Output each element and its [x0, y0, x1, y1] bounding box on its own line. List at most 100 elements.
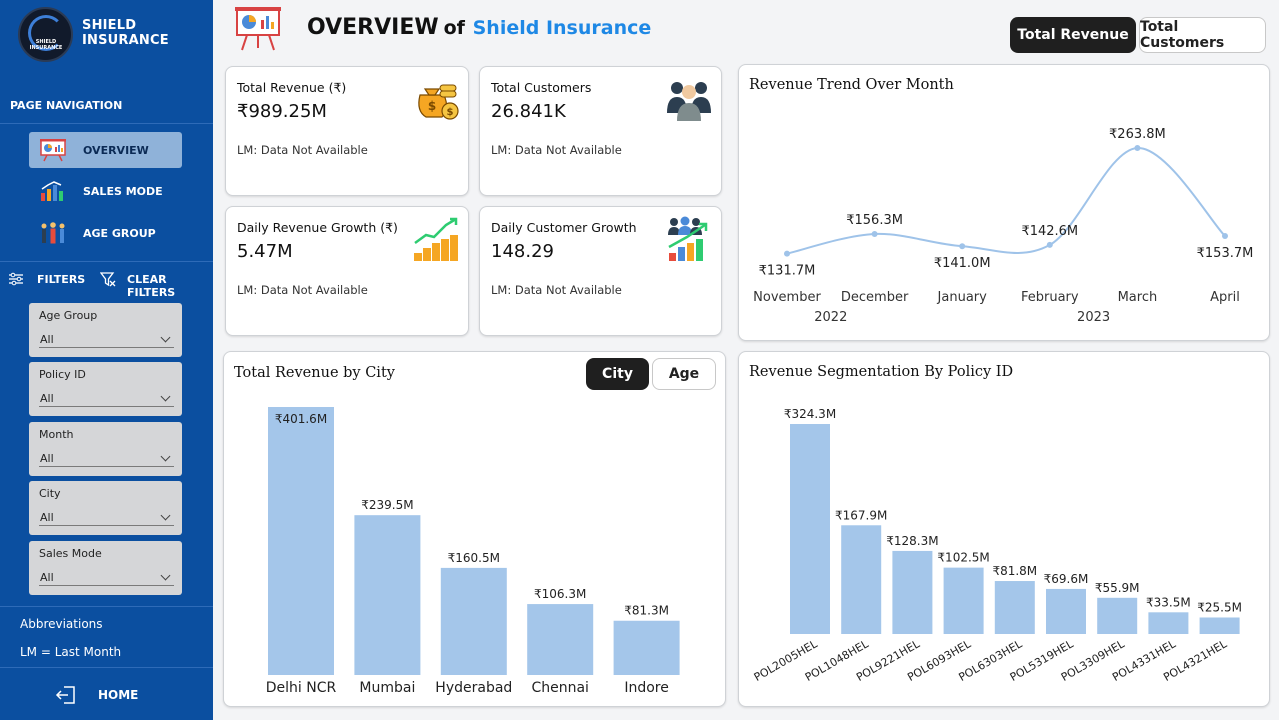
filter-label: City	[39, 487, 61, 500]
dropdown-value: All	[40, 511, 54, 524]
kpi-last-month: LM: Data Not Available	[491, 283, 622, 297]
dropdown-value: All	[40, 571, 54, 584]
line-point	[1046, 241, 1053, 248]
bar	[354, 515, 421, 675]
kpi-last-month: LM: Data Not Available	[491, 143, 622, 157]
dropdown-value: All	[40, 392, 54, 405]
total-revenue-toggle[interactable]: Total Revenue	[1010, 17, 1136, 53]
kpi-value: 5.47M	[237, 241, 293, 262]
nav-overview[interactable]: OVERVIEW	[29, 132, 182, 168]
data-label: ₹33.5M	[1146, 595, 1191, 609]
data-label: ₹69.6M	[1044, 572, 1089, 586]
page-title-of: of	[443, 17, 465, 39]
nav-sales-mode[interactable]: SALES MODE	[29, 173, 182, 209]
bar	[440, 567, 507, 675]
line-point	[1222, 233, 1228, 240]
home-label: HOME	[98, 688, 139, 702]
revenue-trend-line	[786, 146, 1226, 255]
kpi-value: 26.841K	[491, 101, 566, 122]
bar	[994, 581, 1035, 634]
data-label: ₹81.8M	[992, 564, 1037, 578]
bar	[790, 424, 830, 634]
page-title: OVERVIEW of Shield Insurance	[307, 15, 651, 40]
svg-text:$: $	[428, 99, 436, 113]
filter-policy-id: Policy ID All	[29, 362, 182, 416]
abbreviations-text: LM = Last Month	[20, 645, 122, 659]
kpi-last-month: LM: Data Not Available	[237, 283, 368, 297]
data-label: ₹102.5M	[937, 551, 989, 565]
x-tick-label: March	[1118, 290, 1158, 305]
page-title-main: OVERVIEW	[307, 15, 439, 40]
kpi-total-revenue: Total Revenue (₹) ₹989.25M LM: Data Not …	[225, 66, 469, 196]
customer-growth-icon	[668, 216, 708, 261]
filter-label: Age Group	[39, 309, 98, 322]
x-tick-label: Indore	[624, 680, 669, 696]
sidebar: SHIELD INSURANCE SHIELD INSURANCE PAGE N…	[0, 0, 213, 720]
kpi-title: Daily Customer Growth	[491, 220, 637, 235]
revenue-by-city-card: Total Revenue by City City Age ₹401.6M De…	[223, 351, 726, 707]
clear-filter-icon	[100, 272, 116, 287]
presentation-icon	[40, 139, 66, 162]
x-tick-label: December	[841, 290, 909, 305]
bar	[1148, 612, 1189, 634]
customers-icon	[667, 82, 711, 121]
divider	[0, 123, 213, 124]
revenue-by-city-chart: ₹401.6M Delhi NCR ₹239.5M Mumbai ₹160.5M Hyde…	[266, 407, 680, 696]
policy-segmentation-card: Revenue Segmentation By Policy ID ₹324.3…	[738, 351, 1270, 707]
kpi-title: Total Revenue (₹)	[237, 80, 347, 95]
line-point	[959, 243, 966, 250]
total-customers-toggle[interactable]: Total Customers	[1139, 17, 1266, 53]
bar	[841, 525, 882, 634]
age-group-dropdown[interactable]: All	[39, 328, 174, 348]
filters-label: FILTERS	[37, 273, 86, 286]
data-label: ₹160.5M	[448, 551, 500, 565]
money-bags-icon: $ $	[418, 84, 459, 120]
policy-id-dropdown[interactable]: All	[39, 387, 174, 407]
nav-age-group[interactable]: AGE GROUP	[29, 215, 182, 251]
x-tick-label: April	[1210, 290, 1240, 305]
chevron-down-icon	[160, 332, 171, 343]
chevron-down-icon	[160, 391, 171, 402]
policy-segmentation-chart: ₹324.3MPOL2005HEL₹167.9MPOL1048HEL₹128.3…	[752, 407, 1242, 684]
revenue-trend-chart: ₹131.7M November ₹156.3M December ₹141.0M Jan…	[753, 127, 1253, 325]
svg-text:$: $	[447, 107, 454, 118]
city-dropdown[interactable]: All	[39, 506, 174, 526]
data-label: ₹128.3M	[886, 534, 938, 548]
x-tick-label: January	[937, 290, 988, 305]
page-title-brand: Shield Insurance	[472, 17, 652, 39]
bar	[1097, 597, 1138, 634]
bar	[943, 567, 984, 634]
divider	[0, 606, 213, 607]
filter-month: Month All	[29, 422, 182, 476]
month-dropdown[interactable]: All	[39, 447, 174, 467]
dropdown-value: All	[40, 333, 54, 346]
data-label: ₹142.6M	[1021, 224, 1078, 239]
nav-age-group-label: AGE GROUP	[83, 226, 156, 240]
brand-name: SHIELD INSURANCE	[82, 18, 169, 48]
bar	[527, 604, 594, 675]
clear-filters-button[interactable]: CLEAR FILTERS	[100, 271, 210, 299]
people-group-icon	[41, 222, 65, 244]
filter-label: Month	[39, 428, 74, 441]
data-label: ₹141.0M	[934, 256, 991, 271]
kpi-value: ₹989.25M	[237, 101, 327, 122]
coin-growth-icon	[414, 217, 458, 261]
filters-header: FILTERS CLEAR FILTERS	[8, 271, 210, 299]
sales-mode-dropdown[interactable]: All	[39, 566, 174, 586]
x-tick-label: Mumbai	[359, 680, 415, 696]
data-label: ₹239.5M	[361, 498, 413, 512]
presentation-icon	[235, 7, 281, 51]
kpi-daily-customer-growth: Daily Customer Growth 148.29 LM: Data No…	[479, 206, 722, 336]
chevron-down-icon	[160, 570, 171, 581]
home-button[interactable]: HOME	[52, 683, 182, 707]
exit-icon	[55, 686, 75, 704]
bar	[268, 407, 334, 675]
kpi-daily-revenue-growth: Daily Revenue Growth (₹) 5.47M LM: Data …	[225, 206, 469, 336]
line-point	[871, 230, 878, 237]
year-label: 2022	[814, 310, 847, 325]
data-label: ₹25.5M	[1197, 600, 1242, 614]
line-point	[1134, 144, 1141, 151]
sliders-icon	[9, 272, 23, 286]
bar	[613, 620, 680, 675]
abbreviations-title: Abbreviations	[20, 617, 103, 631]
